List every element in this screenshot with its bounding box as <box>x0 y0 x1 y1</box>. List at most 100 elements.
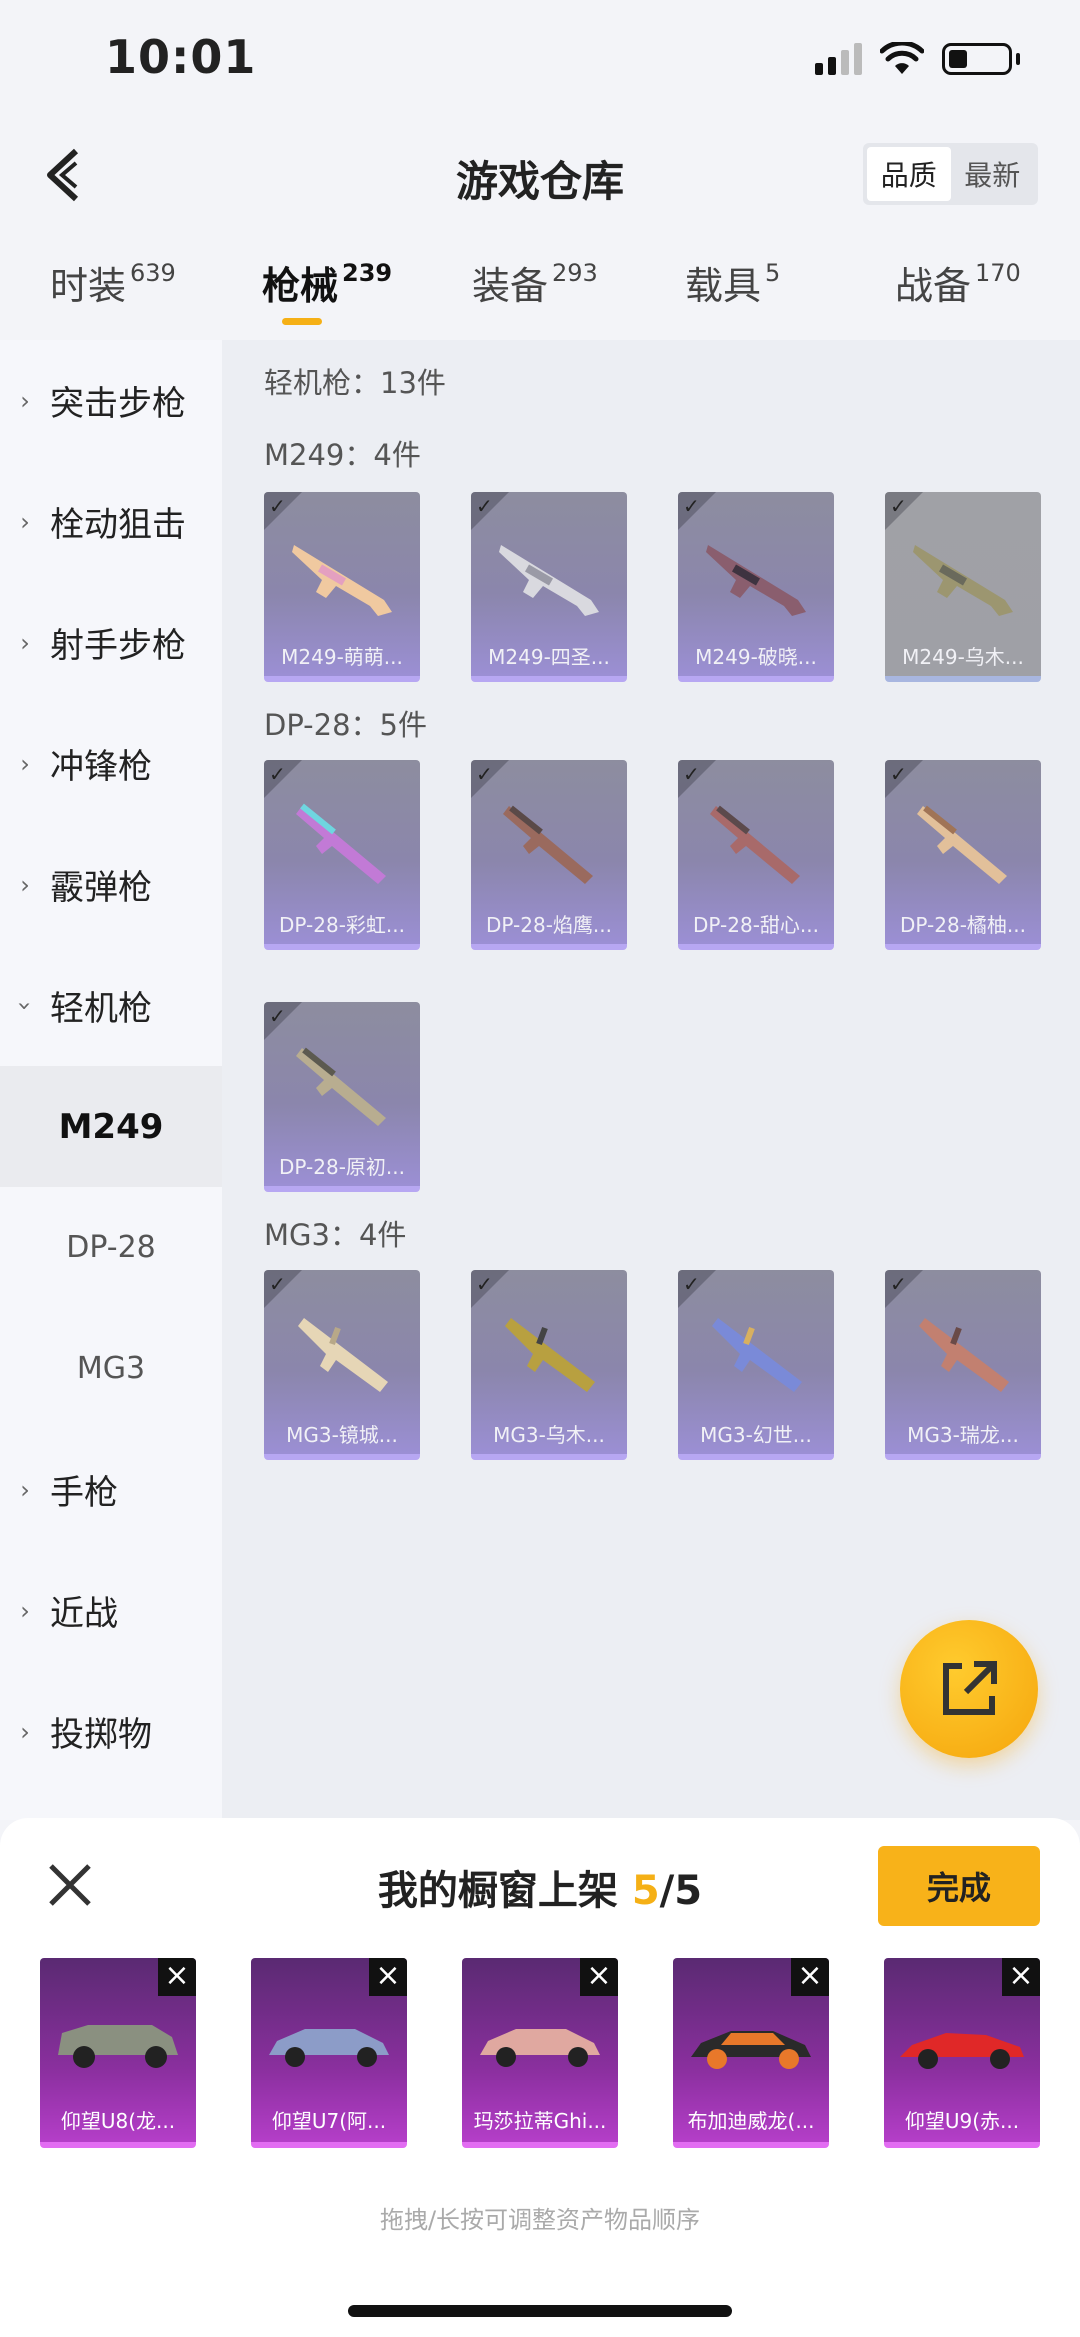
item-card[interactable]: ✓ DP-28-橘柚... <box>885 760 1041 950</box>
sidebar-item-throwable[interactable]: › 投掷物 <box>0 1671 222 1792</box>
home-indicator[interactable] <box>348 2305 732 2317</box>
item-card[interactable]: ✓ DP-28-焰鹰... <box>471 760 627 950</box>
remove-icon[interactable]: × <box>369 1958 407 1996</box>
share-button[interactable] <box>900 1620 1038 1758</box>
sidebar-item-pistol[interactable]: › 手枪 <box>0 1429 222 1550</box>
item-card[interactable]: ✓ M249-乌木... <box>885 492 1041 682</box>
chevron-right-icon: › <box>20 749 30 778</box>
chevron-right-icon: › <box>20 870 30 899</box>
tab-vehicles[interactable]: 载具 5 <box>685 255 780 310</box>
item-name: M249-四圣... <box>488 645 610 669</box>
sidebar-subitem-m249[interactable]: M249 <box>0 1066 222 1187</box>
item-grid: 轻机枪：13件 M249：4件 ✓ M249-萌萌... ✓ M249-四圣... … <box>222 340 1080 1820</box>
item-name: 仰望U8(龙... <box>60 2109 176 2133</box>
weapon-skin-image <box>706 545 806 616</box>
item-card[interactable]: ✓ MG3-瑞龙... <box>885 1270 1041 1460</box>
sidebar-item-label: 突击步枪 <box>50 384 186 424</box>
showcase-item[interactable]: × 玛莎拉蒂Ghi... <box>462 1958 618 2148</box>
check-icon: ✓ <box>476 762 493 786</box>
check-icon: ✓ <box>890 762 907 786</box>
tab-label: 战备 <box>895 264 972 308</box>
group-label-mg3: MG3：4件 <box>264 1218 407 1252</box>
vehicle-image <box>480 2029 600 2067</box>
sidebar-item-smg[interactable]: › 冲锋枪 <box>0 703 222 824</box>
reorder-hint: 拖拽/长按可调整资产物品顺序 <box>379 2206 701 2234</box>
check-icon: ✓ <box>269 494 286 518</box>
item-card[interactable]: ✓ MG3-幻世... <box>678 1270 834 1460</box>
sidebar-item-lmg[interactable]: › 轻机枪 <box>0 945 222 1066</box>
chevron-right-icon: › <box>20 628 30 657</box>
item-card[interactable]: ✓ M249-破晓... <box>678 492 834 682</box>
item-name: MG3-乌木... <box>493 1423 605 1447</box>
item-name: 仰望U9(赤... <box>904 2109 1020 2133</box>
remove-icon[interactable]: × <box>580 1958 618 1996</box>
sidebar-item-label: 近战 <box>50 1594 118 1634</box>
tab-label: 枪械 <box>262 264 339 308</box>
sidebar-item-label: 冲锋枪 <box>50 747 152 787</box>
chevron-right-icon: › <box>20 1596 30 1625</box>
share-icon <box>943 1661 997 1715</box>
showcase-item[interactable]: × 仰望U9(赤... <box>884 1958 1040 2148</box>
tab-label: 时装 <box>50 264 127 308</box>
item-name: DP-28-彩虹... <box>279 913 405 937</box>
wifi-icon <box>880 42 924 74</box>
showcase-item[interactable]: × 布加迪威龙(... <box>673 1958 829 2148</box>
check-icon: ✓ <box>683 494 700 518</box>
check-icon: ✓ <box>269 1004 286 1028</box>
item-name: DP-28-原初... <box>279 1155 405 1179</box>
tab-label: 载具 <box>685 264 762 308</box>
check-icon: ✓ <box>269 762 286 786</box>
remove-icon[interactable]: × <box>158 1958 196 1996</box>
sidebar-subitem-mg3[interactable]: MG3 <box>0 1308 222 1429</box>
tab-count: 170 <box>975 259 1021 287</box>
sidebar-item-bolt-sniper[interactable]: › 栓动狙击 <box>0 461 222 582</box>
tab-firearms[interactable]: 枪械 239 <box>262 255 392 310</box>
weapon-skin-image <box>296 803 386 884</box>
showcase-item[interactable]: × 仰望U8(龙... <box>40 1958 196 2148</box>
weapon-skin-image <box>499 545 599 616</box>
sidebar-item-shotgun[interactable]: › 霰弹枪 <box>0 824 222 945</box>
cellular-signal-icon <box>815 43 862 75</box>
battery-tip <box>1016 53 1020 65</box>
item-name: MG3-瑞龙... <box>907 1423 1019 1447</box>
item-name: M249-乌木... <box>902 645 1024 669</box>
check-icon: ✓ <box>476 1272 493 1296</box>
sidebar-item-melee[interactable]: › 近战 <box>0 1550 222 1671</box>
sort-quality-button[interactable]: 品质 <box>867 147 951 201</box>
tab-supplies[interactable]: 战备 170 <box>895 255 1021 310</box>
tab-count: 639 <box>130 259 176 287</box>
status-time: 10:01 <box>105 30 257 84</box>
weapon-skin-image <box>919 1318 1009 1392</box>
sidebar-item-label: 轻机枪 <box>50 989 152 1029</box>
vehicle-image <box>269 2029 389 2067</box>
showcase-item[interactable]: × 仰望U7(阿... <box>251 1958 407 2148</box>
sidebar-item-marksman-rifle[interactable]: › 射手步枪 <box>0 582 222 703</box>
item-card[interactable]: ✓ MG3-镜城... <box>264 1270 420 1460</box>
remove-icon[interactable]: × <box>1002 1958 1040 1996</box>
weapon-skin-image <box>298 1318 388 1392</box>
remove-icon[interactable]: × <box>791 1958 829 1996</box>
tab-fashion[interactable]: 时装 639 <box>50 255 176 310</box>
done-button[interactable]: 完成 <box>878 1846 1040 1926</box>
sidebar-subitem-dp28[interactable]: DP-28 <box>0 1187 222 1308</box>
chevron-right-icon: › <box>20 507 30 536</box>
sidebar-item-assault-rifle[interactable]: › 突击步枪 <box>0 340 222 461</box>
sort-newest-button[interactable]: 最新 <box>951 147 1035 201</box>
weapon-skin-image <box>710 805 800 884</box>
item-card[interactable]: ✓ DP-28-甜心... <box>678 760 834 950</box>
item-card[interactable]: ✓ M249-萌萌... <box>264 492 420 682</box>
item-card[interactable]: ✓ M249-四圣... <box>471 492 627 682</box>
chevron-right-icon: › <box>20 386 30 415</box>
check-icon: ✓ <box>476 494 493 518</box>
item-card[interactable]: ✓ DP-28-原初... <box>264 1002 420 1192</box>
item-card[interactable]: ✓ MG3-乌木... <box>471 1270 627 1460</box>
weapon-skin-image <box>292 545 392 616</box>
item-card[interactable]: ✓ DP-28-彩虹... <box>264 760 420 950</box>
tab-equipment[interactable]: 装备 293 <box>472 255 598 310</box>
check-icon: ✓ <box>683 762 700 786</box>
active-tab-underline <box>282 318 322 325</box>
item-name: MG3-幻世... <box>700 1423 812 1447</box>
sort-toggle[interactable]: 品质 最新 <box>863 143 1038 205</box>
item-name: DP-28-焰鹰... <box>486 913 612 937</box>
sidebar-item-label: 投掷物 <box>50 1715 152 1755</box>
